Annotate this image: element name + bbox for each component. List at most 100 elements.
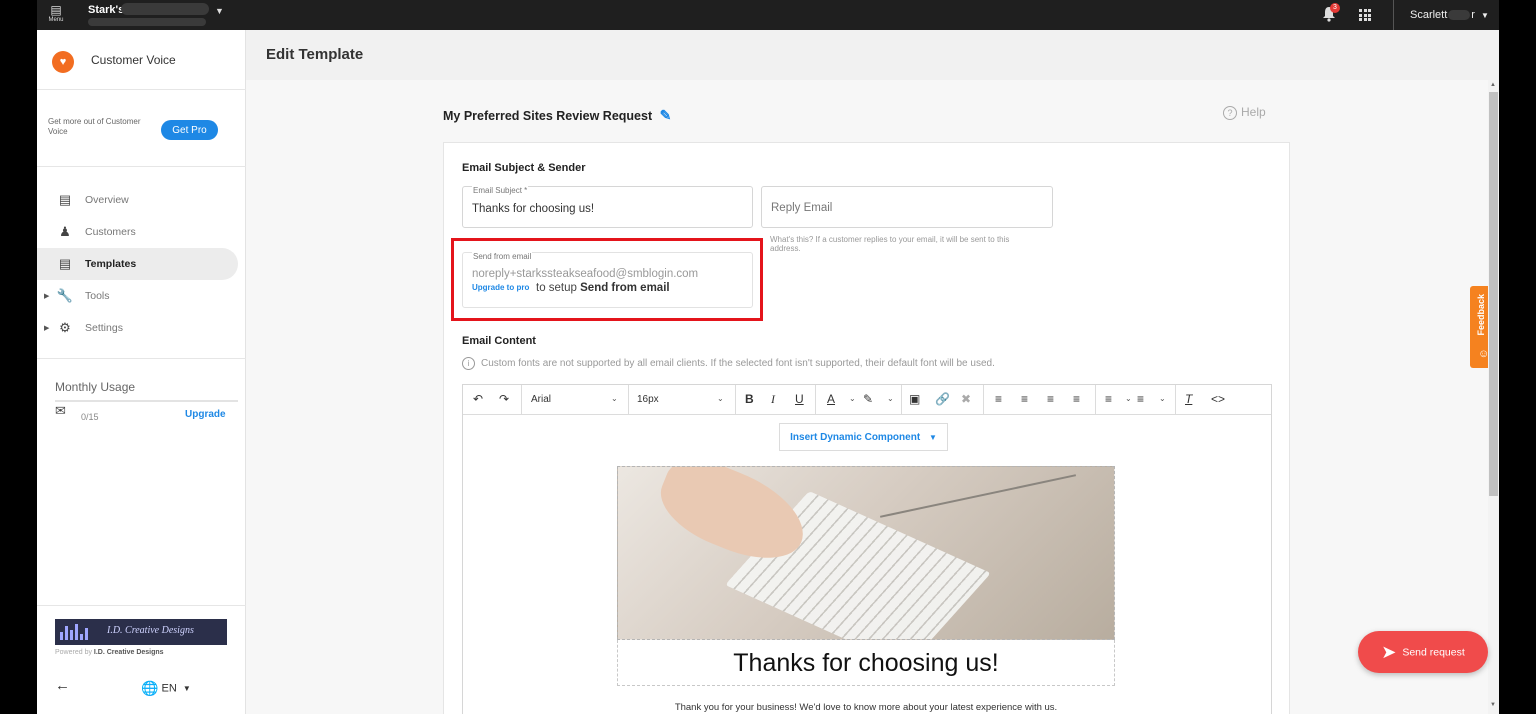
email-subject-value: Thanks for choosing us! [472, 203, 595, 215]
toolbar-divider [901, 385, 902, 415]
image-icon[interactable]: ▣ [909, 392, 920, 406]
sidebar-item-templates[interactable]: ▤ Templates [37, 248, 238, 280]
scrollbar-thumb[interactable] [1489, 92, 1498, 496]
undo-icon[interactable]: ↶ [473, 392, 483, 406]
pencil-icon[interactable]: ✎ [660, 107, 672, 123]
chevron-down-icon: ⌄ [849, 394, 856, 403]
editor-toolbar: ↶ ↷ Arial ⌄ 16px ⌄ B I U A ⌄ ✎ ⌄ ▣ 🔗 ✖ ≡… [463, 385, 1271, 415]
insert-dynamic-component-button[interactable]: Insert Dynamic Component ▼ [779, 423, 948, 451]
menu-label: Menu [48, 17, 64, 23]
apps-grid-icon[interactable] [1359, 9, 1371, 21]
upgrade-note-text: to setup [536, 282, 577, 294]
template-title: My Preferred Sites Review Request ✎ [443, 107, 671, 124]
bold-icon[interactable]: B [745, 392, 754, 406]
sidebar-footer: I.D. Creative Designs Powered by I.D. Cr… [37, 605, 246, 714]
bullet-list-icon[interactable]: ≡ [1105, 392, 1112, 406]
link-icon[interactable]: 🔗 [935, 392, 950, 406]
powered-prefix: Powered by [55, 649, 92, 656]
text-color-icon[interactable]: A [827, 392, 835, 406]
info-icon: i [462, 357, 475, 370]
reply-email-placeholder: Reply Email [771, 202, 833, 214]
send-from-label: Send from email [472, 252, 533, 261]
sidebar: ♥ Customer Voice Get more out of Custome… [37, 30, 246, 714]
underline-icon[interactable]: U [795, 392, 804, 406]
italic-icon[interactable]: I [771, 392, 775, 407]
redacted-user-name [1448, 10, 1471, 21]
unlink-icon[interactable]: ✖ [961, 392, 971, 406]
sidebar-item-customers[interactable]: ♟ Customers [37, 216, 238, 248]
reply-email-field[interactable]: Reply Email [761, 186, 1053, 228]
page-title: Edit Template [266, 46, 364, 63]
user-name-end: r [1471, 9, 1475, 21]
sidebar-brand: ♥ Customer Voice [37, 30, 246, 90]
upgrade-to-pro-link[interactable]: Upgrade to pro [472, 283, 529, 292]
font-family-select[interactable]: Arial [531, 394, 551, 405]
get-pro-button[interactable]: Get Pro [161, 120, 218, 140]
clear-format-icon[interactable]: T [1185, 392, 1192, 406]
caret-down-icon: ▼ [215, 6, 224, 16]
email-subject-field[interactable]: Email Subject * Thanks for choosing us! [462, 186, 753, 228]
code-view-icon[interactable]: <> [1211, 392, 1225, 406]
sidebar-item-label: Tools [85, 290, 110, 302]
scroll-down-icon[interactable]: ▼ [1490, 702, 1496, 708]
caret-down-icon: ▼ [182, 684, 191, 694]
email-subject-section-title: Email Subject & Sender [462, 162, 586, 174]
align-right-icon[interactable]: ≡ [1047, 392, 1054, 406]
page-scrollbar[interactable]: ▲ ▼ [1488, 80, 1499, 714]
chevron-down-icon: ⌄ [1159, 394, 1166, 403]
align-justify-icon[interactable]: ≡ [1073, 392, 1080, 406]
align-left-icon[interactable]: ≡ [995, 392, 1002, 406]
align-center-icon[interactable]: ≡ [1021, 392, 1028, 406]
scroll-up-icon[interactable]: ▲ [1490, 82, 1496, 88]
insert-dynamic-component-label: Insert Dynamic Component [790, 431, 921, 443]
sidebar-item-overview[interactable]: ▤ Overview [37, 184, 238, 216]
wrench-icon: 🔧 [56, 288, 74, 303]
promo-text: Get more out of Customer Voice [48, 117, 141, 136]
header-image[interactable] [617, 466, 1115, 640]
menu-button[interactable]: ▤ Menu [43, 3, 69, 27]
redacted-business-address [88, 18, 206, 26]
sidebar-item-tools[interactable]: ▶ 🔧 Tools [37, 280, 238, 312]
notification-badge: 3 [1330, 3, 1340, 13]
back-arrow-icon[interactable]: ← [55, 677, 70, 694]
sidebar-item-label: Templates [85, 258, 137, 270]
email-heading: Thanks for choosing us! [733, 649, 999, 677]
upgrade-link[interactable]: Upgrade [185, 409, 226, 420]
toolbar-divider [1095, 385, 1096, 415]
help-link[interactable]: ? Help [1223, 105, 1266, 120]
heading-block[interactable]: Thanks for choosing us! [617, 640, 1115, 686]
app-window: ▤ Menu Stark's ▼ 3 Scarlett r ▼ ♥ Custome… [37, 0, 1499, 714]
redo-icon[interactable]: ↷ [499, 392, 509, 406]
usage-progress-bar [55, 400, 238, 402]
image-cable [879, 474, 1077, 518]
chevron-down-icon: ⌄ [887, 394, 894, 403]
topbar-divider [1393, 0, 1394, 30]
upgrade-note: to setup Send from email [536, 282, 670, 294]
partner-name: I.D. Creative Designs [107, 625, 194, 636]
send-request-button[interactable]: ➤ Send request [1358, 631, 1488, 673]
user-name-start: Scarlett [1410, 9, 1448, 21]
business-switcher[interactable]: Stark's ▼ [81, 1, 231, 29]
template-title-text: My Preferred Sites Review Request [443, 109, 653, 123]
user-menu[interactable]: Scarlett r ▼ [1410, 9, 1489, 21]
powered-by: Powered by I.D. Creative Designs [55, 649, 164, 656]
caret-right-icon: ▶ [44, 325, 50, 332]
highlight-color-icon[interactable]: ✎ [863, 392, 873, 406]
language-selector[interactable]: 🌐 EN ▼ [141, 680, 191, 697]
rich-text-editor: ↶ ↷ Arial ⌄ 16px ⌄ B I U A ⌄ ✎ ⌄ ▣ 🔗 ✖ ≡… [462, 384, 1272, 714]
pro-promo: Get more out of Customer Voice Get Pro [37, 90, 246, 167]
sidebar-item-label: Settings [85, 322, 123, 334]
dashboard-icon: ▤ [58, 192, 72, 207]
main-header: Edit Template [246, 30, 1499, 80]
powered-name: I.D. Creative Designs [93, 649, 164, 656]
sidebar-item-settings[interactable]: ▶ ⚙ Settings [37, 312, 238, 344]
toolbar-divider [1175, 385, 1176, 415]
notifications-button[interactable]: 3 [1322, 3, 1340, 22]
language-label: EN [161, 682, 177, 695]
email-body-text[interactable]: Thank you for your business! We'd love t… [617, 688, 1115, 713]
caret-right-icon: ▶ [44, 293, 50, 300]
sidebar-item-label: Customers [85, 226, 136, 238]
numbered-list-icon[interactable]: ≡ [1137, 392, 1144, 406]
font-size-select[interactable]: 16px [637, 394, 659, 405]
gear-icon: ⚙ [59, 320, 71, 335]
